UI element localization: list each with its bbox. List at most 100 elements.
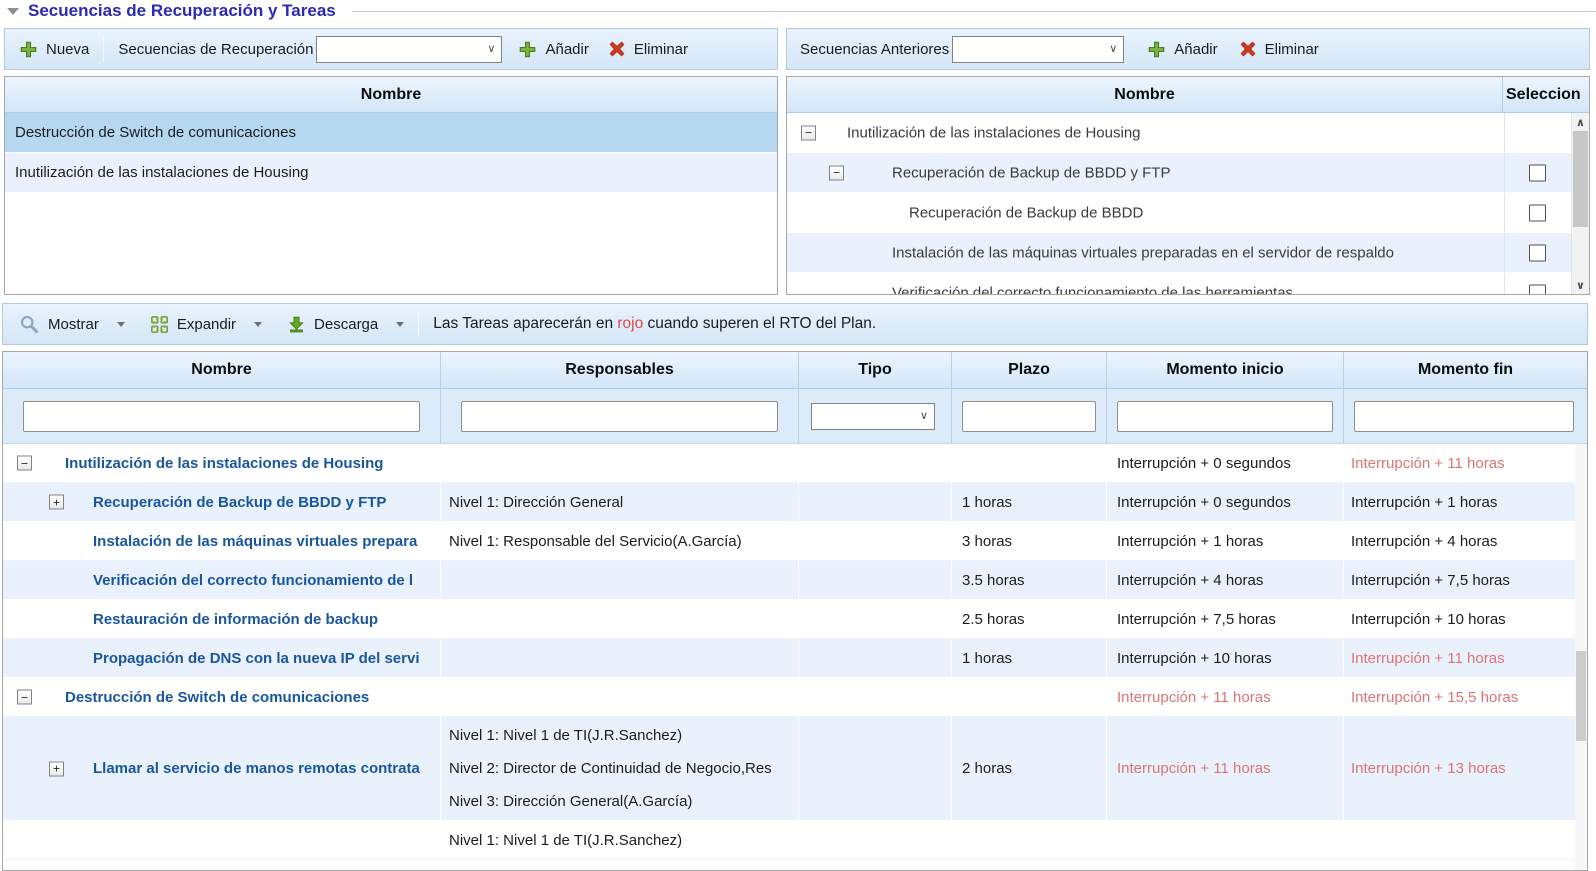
rto-notice-text: cuando superen el RTO del Plan. [643,315,876,332]
download-menu-button[interactable]: Descarga [288,316,404,333]
sequence-row[interactable]: Inutilización de las instalaciones de Ho… [5,153,777,193]
task-row[interactable]: Restauración de información de backup 2.… [3,600,1587,639]
add-previous-button[interactable]: Añadir [1148,41,1217,58]
task-name-cell: Restauración de información de backup [3,600,440,638]
add-sequence-button[interactable]: Añadir [519,41,588,58]
filter-nombre-input[interactable] [23,401,420,432]
task-name-cell: − Destrucción de Switch de comunicacione… [3,678,440,716]
column-header-responsables[interactable]: Responsables [440,352,798,388]
task-name[interactable]: Verificación del correcto funcionamiento… [3,572,440,589]
column-header-nombre[interactable]: Nombre [3,352,440,388]
delete-sequence-button[interactable]: Eliminar [609,41,688,58]
filter-tipo-select[interactable]: ∨ [811,403,935,430]
scroll-up-icon[interactable]: ∧ [1572,114,1589,130]
task-tipo [798,600,951,638]
select-column-divider [1504,273,1505,294]
select-checkbox[interactable] [1529,244,1546,261]
toolbar-separator [418,311,419,337]
task-tipo [798,717,951,820]
task-name[interactable]: Destrucción de Switch de comunicaciones [3,689,440,706]
task-row[interactable]: + Recuperación de Backup de BBDD y FTP N… [3,483,1587,522]
task-momento-inicio [1106,821,1343,859]
previous-sequence-row[interactable]: Instalación de las máquinas virtuales pr… [787,233,1571,273]
column-header-momento-fin[interactable]: Momento fin [1343,352,1587,388]
task-name[interactable]: Inutilización de las instalaciones de Ho… [3,455,440,472]
task-momento-fin: Interrupción + 1 horas [1343,483,1587,521]
expander-icon[interactable]: − [829,165,844,180]
collapse-triangle-icon[interactable] [7,8,19,15]
rto-notice: Las Tareas aparecerán en rojo cuando sup… [433,315,876,333]
previous-sequence-row[interactable]: − Inutilización de las instalaciones de … [787,113,1571,153]
filter-responsables-input[interactable] [461,401,778,432]
delete-previous-button[interactable]: Eliminar [1240,41,1319,58]
column-header-tipo[interactable]: Tipo [798,352,951,388]
task-name[interactable]: Recuperación de Backup de BBDD y FTP [3,494,440,511]
new-sequence-button[interactable]: Nueva [20,41,89,58]
task-tipo [798,444,951,482]
previous-sequence-row[interactable]: Verificación del correcto funcionamiento… [787,273,1571,294]
task-momento-fin: Interrupción + 13 horas [1343,717,1587,820]
toolbar-separator [103,36,104,62]
task-name-cell: + Recuperación de Backup de BBDD y FTP [3,483,440,521]
show-menu-button[interactable]: Mostrar [19,314,125,334]
task-name[interactable]: Propagación de DNS con la nueva IP del s… [3,650,440,667]
column-header-nombre[interactable]: Nombre [787,86,1502,104]
previous-scrollbar[interactable]: ∧ ∨ [1571,113,1589,294]
sequence-name: Recuperación de Backup de BBDD y FTP [892,164,1479,181]
task-row[interactable]: − Destrucción de Switch de comunicacione… [3,678,1587,717]
task-row[interactable]: Instalación de las máquinas virtuales pr… [3,522,1587,561]
expander-icon[interactable]: − [17,690,32,705]
scrollbar-thumb[interactable] [1573,131,1588,227]
recovery-toolbar: Nueva Secuencias de Recuperación ∨ Añadi… [4,28,778,70]
task-name[interactable]: Llamar al servicio de manos remotas cont… [3,760,440,777]
task-tipo [798,522,951,560]
select-column-divider [1504,153,1505,192]
rto-notice-highlight: rojo [617,315,643,332]
scroll-down-icon[interactable]: ∨ [1572,277,1589,293]
expander-icon[interactable]: − [17,456,32,471]
task-name[interactable]: Instalación de las máquinas virtuales pr… [3,533,440,550]
tasks-scrollbar[interactable] [1575,444,1587,870]
task-momento-fin: Interrupción + 11 horas [1343,639,1587,677]
show-menu-label: Mostrar [48,316,99,333]
sequence-row[interactable]: Destrucción de Switch de comunicaciones [5,113,777,153]
delete-sequence-label: Eliminar [634,41,688,58]
select-checkbox[interactable] [1529,164,1546,181]
new-sequence-label: Nueva [46,41,89,58]
expand-menu-button[interactable]: Expandir [151,316,262,333]
scrollbar-thumb[interactable] [1576,651,1586,741]
filter-momento-inicio-input[interactable] [1117,401,1333,432]
expander-icon[interactable]: + [49,761,64,776]
recovery-sequence-combo[interactable]: ∨ [316,36,502,63]
task-tipo [798,483,951,521]
task-row[interactable]: Propagación de DNS con la nueva IP del s… [3,639,1587,678]
plus-icon [1148,41,1165,58]
responsable-line: Nivel 2: Director de Continuidad de Nego… [449,752,772,785]
secuencias-screen: Secuencias de Recuperación y Tareas Nuev… [0,0,1596,871]
select-checkbox[interactable] [1529,284,1546,294]
task-plazo: 3.5 horas [951,561,1106,599]
column-header-nombre[interactable]: Nombre [5,86,777,104]
select-column-divider [1504,113,1505,152]
previous-sequence-row[interactable]: − Recuperación de Backup de BBDD y FTP [787,153,1571,193]
task-name[interactable]: Restauración de información de backup [3,611,440,628]
tasks-grid: Nombre Responsables Tipo Plazo Momento i… [2,351,1588,871]
section-header: Secuencias de Recuperación y Tareas [0,0,1596,26]
task-row[interactable]: + Llamar al servicio de manos remotas co… [3,717,1587,821]
responsable-line: Nivel 1: Responsable del Servicio(A.Garc… [449,525,742,558]
expander-icon[interactable]: − [801,125,816,140]
column-header-seleccion[interactable]: Seleccion [1502,77,1589,112]
task-tipo [798,561,951,599]
select-checkbox[interactable] [1529,204,1546,221]
column-header-momento-inicio[interactable]: Momento inicio [1106,352,1343,388]
previous-sequence-row[interactable]: Recuperación de Backup de BBDD [787,193,1571,233]
task-tipo [798,678,951,716]
filter-plazo-input[interactable] [962,401,1096,432]
filter-momento-fin-input[interactable] [1354,401,1574,432]
task-row[interactable]: − Inutilización de las instalaciones de … [3,444,1587,483]
task-row[interactable]: Nivel 1: Nivel 1 de TI(J.R.Sanchez) [3,821,1587,860]
column-header-plazo[interactable]: Plazo [951,352,1106,388]
expander-icon[interactable]: + [49,495,64,510]
previous-sequences-combo[interactable]: ∨ [952,36,1124,63]
task-row[interactable]: Verificación del correcto funcionamiento… [3,561,1587,600]
